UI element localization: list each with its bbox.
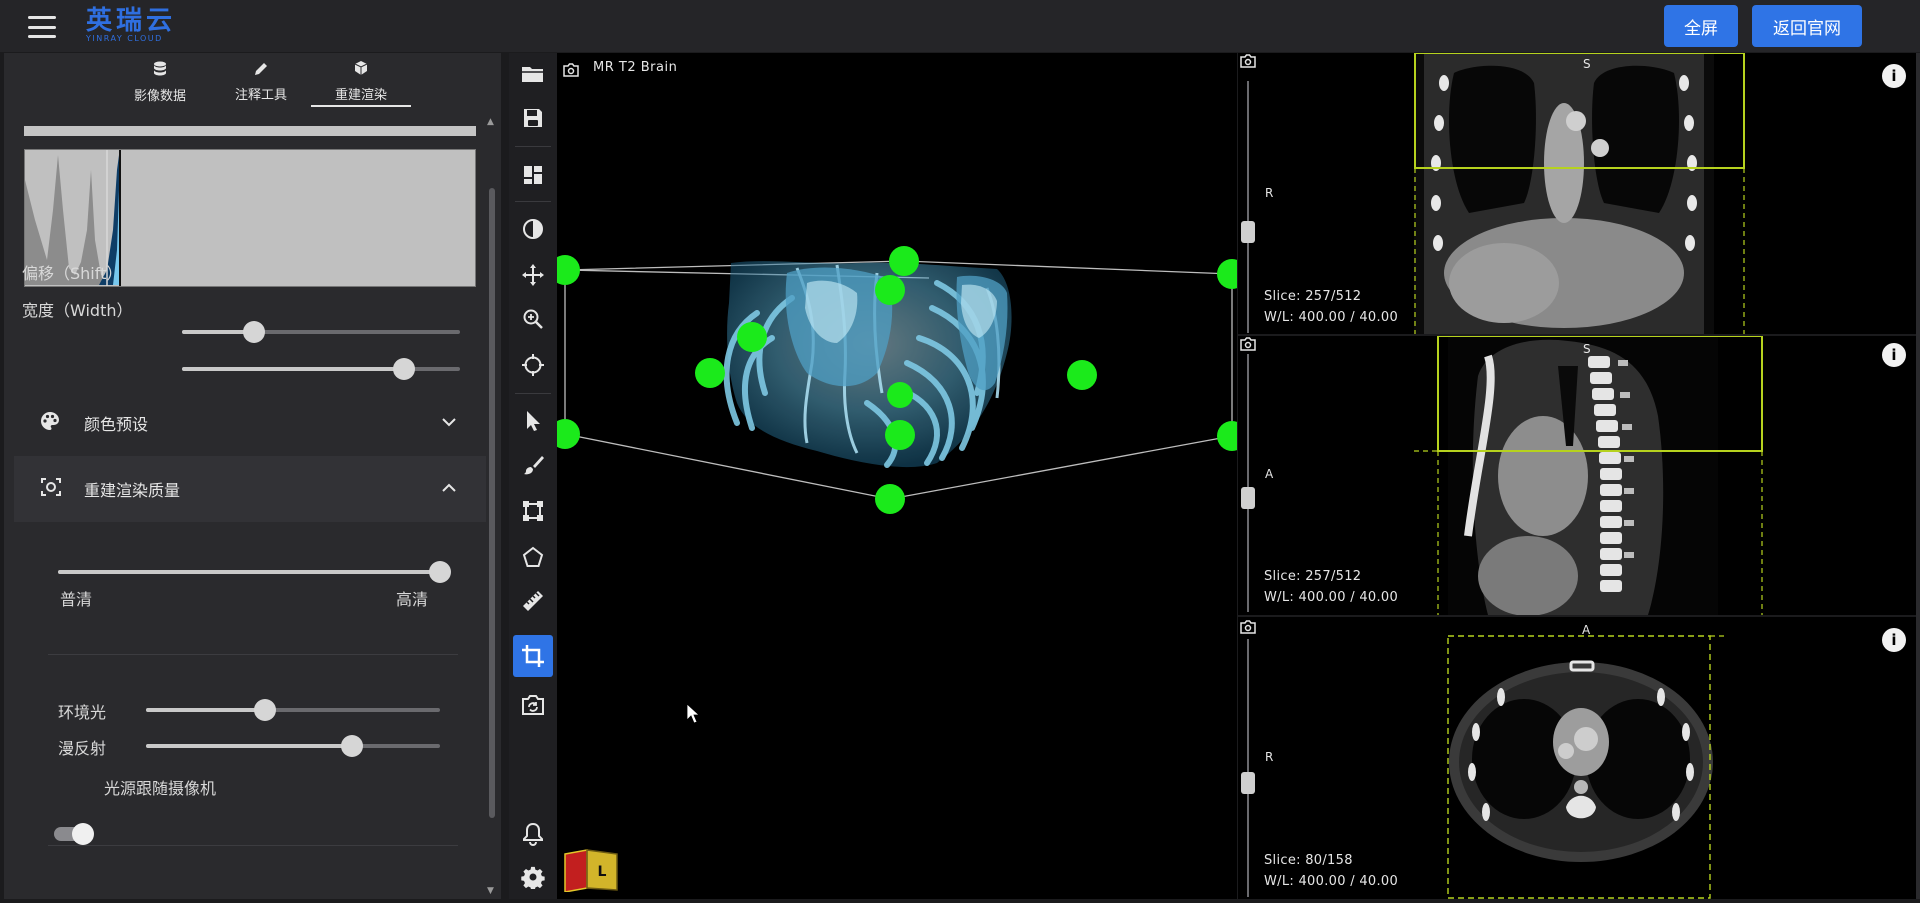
color-preset-accordion[interactable]: 颜色预设 (14, 393, 486, 453)
left-panel: 影像数据 注释工具 重建渲染 ▲ ▼ 偏移（Shift） 宽度（Width） 颜… (4, 53, 501, 899)
width-slider[interactable] (182, 358, 460, 380)
bounding-box-icon[interactable] (513, 493, 553, 529)
panel-scrollbar[interactable]: ▲ ▼ (486, 113, 498, 898)
axial-info: Slice: 80/158 W/L: 400.00 / 40.00 (1264, 850, 1398, 892)
diffuse-slider-thumb[interactable] (341, 735, 363, 757)
ambient-light-label: 环境光 (58, 703, 107, 722)
layout-icon[interactable] (513, 157, 553, 193)
save-icon[interactable] (513, 100, 553, 136)
coronal-top-letter: S (1583, 57, 1591, 71)
logo-subtitle: YINRAY CLOUD (86, 34, 163, 43)
top-bar: 英瑞云 YINRAY CLOUD 全屏 返回官网 (0, 0, 1920, 53)
render-quality-slider[interactable] (58, 561, 451, 583)
chevron-up-icon (442, 481, 456, 497)
sagittal-window-level: W/L: 400.00 / 40.00 (1264, 590, 1399, 605)
color-preset-label: 颜色预设 (84, 415, 149, 434)
tab-3d-rendering[interactable]: 重建渲染 (311, 57, 411, 107)
quality-max-label: 高清 (396, 590, 429, 609)
volume-render[interactable] (557, 53, 1237, 899)
shift-slider-thumb[interactable] (243, 321, 265, 343)
tab-image-data[interactable]: 影像数据 (110, 57, 210, 107)
open-folder-icon[interactable] (513, 56, 553, 92)
cube-icon (354, 60, 368, 80)
tab-label: 重建渲染 (334, 87, 387, 103)
tab-annotation-tools[interactable]: 注释工具 (211, 57, 311, 107)
coronal-window-level: W/L: 400.00 / 40.00 (1264, 310, 1399, 325)
tab-label: 注释工具 (234, 87, 287, 103)
diffuse-slider[interactable] (146, 735, 440, 757)
shift-slider[interactable] (182, 321, 460, 343)
chevron-down-icon (442, 415, 456, 431)
fullscreen-button[interactable]: 全屏 (1664, 5, 1738, 47)
tool-bar (509, 53, 557, 899)
info-icon[interactable]: i (1882, 628, 1906, 652)
crop-icon[interactable] (513, 635, 553, 677)
scroll-up-arrow-icon[interactable]: ▲ (487, 117, 494, 127)
coronal-slice-number: Slice: 257/512 (1264, 289, 1362, 304)
light-follow-camera-toggle[interactable] (50, 823, 96, 845)
panel-tabs: 影像数据 注释工具 重建渲染 (4, 53, 501, 108)
hamburger-menu-icon[interactable] (28, 16, 56, 38)
scroll-thumb[interactable] (489, 188, 495, 818)
pencil-icon (254, 62, 268, 80)
brush-icon[interactable] (513, 447, 553, 483)
return-to-website-button[interactable]: 返回官网 (1752, 5, 1862, 47)
camera-rotate-icon[interactable] (513, 687, 553, 723)
viewport-3d[interactable]: MR T2 Brain L (557, 53, 1237, 899)
pointer-icon[interactable] (513, 403, 553, 439)
crosshair-icon[interactable] (513, 347, 553, 383)
settings-icon[interactable] (513, 859, 553, 895)
axial-top-letter: A (1582, 623, 1591, 637)
logo-name: 英瑞云 (86, 6, 177, 36)
sagittal-info: Slice: 257/512 W/L: 400.00 / 40.00 (1264, 566, 1398, 608)
bell-icon[interactable] (513, 816, 553, 852)
info-icon[interactable]: i (1882, 343, 1906, 367)
light-follow-camera-label: 光源跟随摄像机 (104, 779, 217, 798)
contrast-icon[interactable] (513, 211, 553, 247)
pan-icon[interactable] (513, 257, 553, 293)
width-slider-thumb[interactable] (393, 358, 415, 380)
render-quality-accordion[interactable]: 重建渲染质量 (14, 456, 486, 522)
coronal-info: Slice: 257/512 W/L: 400.00 / 40.00 (1264, 286, 1398, 328)
shift-label: 偏移（Shift） (22, 264, 123, 283)
tab-label: 影像数据 (133, 88, 186, 104)
axial-window-level: W/L: 400.00 / 40.00 (1264, 874, 1399, 889)
window-edge (1916, 53, 1920, 899)
axial-slice-number: Slice: 80/158 (1264, 853, 1353, 868)
polygon-icon[interactable] (513, 539, 553, 575)
quality-min-label: 普清 (60, 590, 93, 609)
database-icon (153, 61, 167, 81)
colormap-bar[interactable] (24, 126, 476, 136)
focus-scan-icon (40, 476, 62, 503)
ambient-light-slider-thumb[interactable] (254, 699, 276, 721)
section-divider (48, 845, 458, 846)
viewport-coronal[interactable]: R S i Slice: 257/512 W/L: 400.00 / 40.00 (1238, 53, 1920, 334)
width-label: 宽度（Width） (22, 301, 133, 320)
ambient-light-slider[interactable] (146, 699, 440, 721)
viewport-axial[interactable]: R A i Slice: 80/158 W/L: 400.00 / 40.00 (1238, 617, 1920, 899)
sagittal-slice-number: Slice: 257/512 (1264, 569, 1362, 584)
info-icon[interactable]: i (1882, 64, 1906, 88)
render-quality-slider-thumb[interactable] (429, 561, 451, 583)
viewport-sagittal[interactable]: A S i Slice: 257/512 W/L: 400.00 / 40.00 (1238, 336, 1920, 615)
ruler-icon[interactable] (513, 583, 553, 619)
sagittal-top-letter: S (1583, 342, 1591, 356)
orientation-cube[interactable]: L (563, 848, 619, 892)
palette-icon (40, 411, 60, 436)
section-divider (48, 654, 458, 655)
app-logo[interactable]: 英瑞云 YINRAY CLOUD (86, 6, 176, 43)
diffuse-label: 漫反射 (58, 739, 107, 758)
render-quality-label: 重建渲染质量 (84, 481, 181, 500)
zoom-icon[interactable] (513, 301, 553, 337)
scroll-down-arrow-icon[interactable]: ▼ (487, 886, 494, 896)
cube-face-right: L (598, 864, 607, 880)
